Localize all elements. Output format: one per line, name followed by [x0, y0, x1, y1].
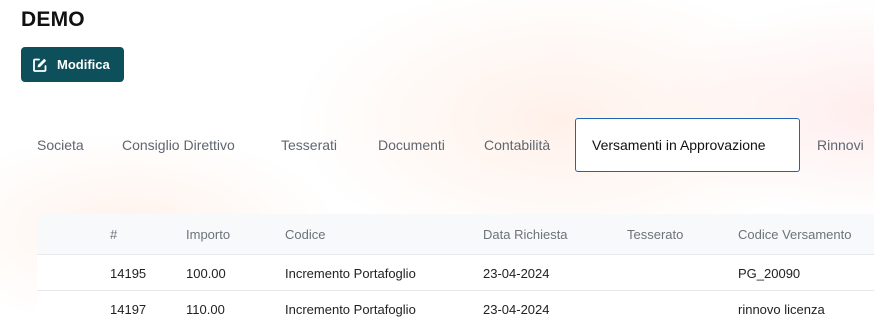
column-header: Tesserato	[627, 226, 684, 242]
edit-square-icon	[32, 57, 48, 73]
edit-button-label: Modifica	[57, 57, 110, 72]
tab-label: Societa	[37, 137, 84, 153]
tab-societa[interactable]: Societa	[37, 118, 84, 172]
table-row[interactable]: 14197 110.00 Incremento Portafoglio 23-0…	[37, 290, 874, 327]
column-header: Codice Versamento	[738, 226, 852, 242]
column-header: Codice	[285, 226, 326, 242]
cell-data-richiesta: 23-04-2024	[483, 265, 550, 281]
edit-button[interactable]: Modifica	[21, 47, 124, 82]
tab-label: Versamenti in Approvazione	[592, 137, 766, 153]
tab-label: Rinnovi	[817, 137, 864, 153]
tab-label: Documenti	[378, 137, 445, 153]
cell-importo: 110.00	[186, 301, 225, 317]
cell-codice: Incremento Portafoglio	[285, 265, 416, 281]
tab-label: Contabilità	[484, 137, 551, 153]
column-header: Data Richiesta	[483, 226, 568, 242]
tab-consiglio-direttivo[interactable]: Consiglio Direttivo	[122, 118, 235, 172]
column-header: Importo	[186, 226, 231, 242]
tab-label: Consiglio Direttivo	[122, 137, 235, 153]
tab-rinnovi[interactable]: Rinnovi	[817, 118, 864, 172]
tab-label: Tesserati	[281, 137, 338, 153]
versamenti-table: # Importo Codice Data Richiesta Tesserat…	[37, 214, 874, 328]
cell-id: 14195	[110, 265, 147, 281]
table-row[interactable]: 14195 100.00 Incremento Portafoglio 23-0…	[37, 254, 874, 291]
tab-bar: Societa Consiglio Direttivo Tesserati Do…	[0, 116, 874, 174]
column-header: #	[110, 226, 118, 242]
tab-documenti[interactable]: Documenti	[378, 118, 445, 172]
cell-data-richiesta: 23-04-2024	[483, 301, 550, 317]
cell-codice-versamento: rinnovo licenza	[738, 301, 825, 317]
table-header: # Importo Codice Data Richiesta Tesserat…	[37, 214, 874, 254]
cell-id: 14197	[110, 301, 147, 317]
tab-versamenti-in-approvazione[interactable]: Versamenti in Approvazione	[575, 118, 800, 172]
cell-importo: 100.00	[186, 265, 226, 281]
cell-codice-versamento: PG_20090	[738, 265, 801, 281]
page-title: DEMO	[21, 8, 85, 31]
cell-codice: Incremento Portafoglio	[285, 301, 416, 317]
tab-contabilita[interactable]: Contabilità	[484, 118, 550, 172]
tab-tesserati[interactable]: Tesserati	[281, 118, 337, 172]
